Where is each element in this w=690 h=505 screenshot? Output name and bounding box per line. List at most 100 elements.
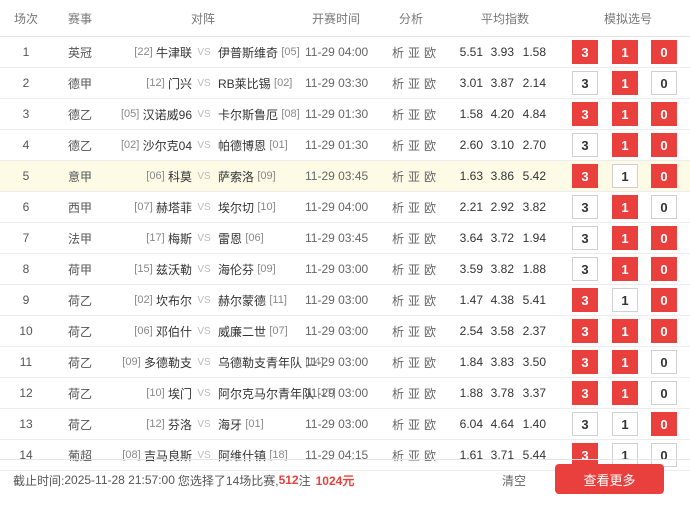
- euro-odds-link[interactable]: 欧: [424, 44, 436, 61]
- pick-0-button[interactable]: 0: [651, 71, 677, 95]
- asian-odds-link[interactable]: 亚: [408, 199, 420, 216]
- pick-1-button[interactable]: 1: [612, 412, 638, 436]
- asian-odds-link[interactable]: 亚: [408, 75, 420, 92]
- away-team[interactable]: 海伦芬 [09]: [218, 254, 276, 284]
- analysis-link[interactable]: 析: [392, 416, 404, 433]
- pick-1-button[interactable]: 1: [612, 71, 638, 95]
- home-team[interactable]: [15] 兹沃勒: [134, 254, 192, 284]
- away-team[interactable]: 埃尔切 [10]: [218, 192, 276, 222]
- euro-odds-link[interactable]: 欧: [424, 416, 436, 433]
- pick-1-button[interactable]: 1: [612, 350, 638, 374]
- asian-odds-link[interactable]: 亚: [408, 137, 420, 154]
- euro-odds-link[interactable]: 欧: [424, 261, 436, 278]
- home-team[interactable]: [22] 牛津联: [134, 37, 192, 67]
- asian-odds-link[interactable]: 亚: [408, 168, 420, 185]
- asian-odds-link[interactable]: 亚: [408, 292, 420, 309]
- pick-3-button[interactable]: 3: [572, 381, 598, 405]
- pick-1-button[interactable]: 1: [612, 164, 638, 188]
- asian-odds-link[interactable]: 亚: [408, 230, 420, 247]
- home-team[interactable]: [10] 埃门: [146, 378, 192, 408]
- pick-0-button[interactable]: 0: [651, 40, 677, 64]
- pick-3-button[interactable]: 3: [572, 40, 598, 64]
- pick-1-button[interactable]: 1: [612, 133, 638, 157]
- pick-3-button[interactable]: 3: [572, 257, 598, 281]
- pick-1-button[interactable]: 1: [612, 195, 638, 219]
- euro-odds-link[interactable]: 欧: [424, 230, 436, 247]
- analysis-link[interactable]: 析: [392, 75, 404, 92]
- pick-3-button[interactable]: 3: [572, 319, 598, 343]
- away-team[interactable]: 赫尔蒙德 [11]: [218, 285, 287, 315]
- home-team[interactable]: [12] 芬洛: [146, 409, 192, 439]
- away-team[interactable]: 卡尔斯鲁厄 [08]: [218, 99, 300, 129]
- away-team[interactable]: 帕德博恩 [01]: [218, 130, 288, 160]
- asian-odds-link[interactable]: 亚: [408, 385, 420, 402]
- pick-3-button[interactable]: 3: [572, 133, 598, 157]
- away-team[interactable]: 伊普斯维奇 [05]: [218, 37, 300, 67]
- away-team[interactable]: 威廉二世 [07]: [218, 316, 288, 346]
- away-team[interactable]: 萨索洛 [09]: [218, 161, 276, 191]
- pick-0-button[interactable]: 0: [651, 195, 677, 219]
- asian-odds-link[interactable]: 亚: [408, 261, 420, 278]
- euro-odds-link[interactable]: 欧: [424, 137, 436, 154]
- euro-odds-link[interactable]: 欧: [424, 385, 436, 402]
- pick-0-button[interactable]: 0: [651, 257, 677, 281]
- pick-1-button[interactable]: 1: [612, 40, 638, 64]
- home-team[interactable]: [07] 赫塔菲: [134, 192, 192, 222]
- euro-odds-link[interactable]: 欧: [424, 199, 436, 216]
- euro-odds-link[interactable]: 欧: [424, 106, 436, 123]
- pick-3-button[interactable]: 3: [572, 412, 598, 436]
- euro-odds-link[interactable]: 欧: [424, 75, 436, 92]
- pick-3-button[interactable]: 3: [572, 102, 598, 126]
- pick-3-button[interactable]: 3: [572, 71, 598, 95]
- pick-0-button[interactable]: 0: [651, 133, 677, 157]
- analysis-link[interactable]: 析: [392, 168, 404, 185]
- analysis-link[interactable]: 析: [392, 292, 404, 309]
- pick-1-button[interactable]: 1: [612, 381, 638, 405]
- home-team[interactable]: [02] 坎布尔: [134, 285, 192, 315]
- analysis-link[interactable]: 析: [392, 106, 404, 123]
- pick-3-button[interactable]: 3: [572, 350, 598, 374]
- pick-1-button[interactable]: 1: [612, 319, 638, 343]
- home-team[interactable]: [02] 沙尔克04: [121, 130, 192, 160]
- clear-button[interactable]: 清空: [502, 460, 526, 500]
- analysis-link[interactable]: 析: [392, 137, 404, 154]
- pick-3-button[interactable]: 3: [572, 288, 598, 312]
- analysis-link[interactable]: 析: [392, 230, 404, 247]
- pick-0-button[interactable]: 0: [651, 226, 677, 250]
- analysis-link[interactable]: 析: [392, 323, 404, 340]
- asian-odds-link[interactable]: 亚: [408, 44, 420, 61]
- home-team[interactable]: [12] 门兴: [146, 68, 192, 98]
- pick-0-button[interactable]: 0: [651, 350, 677, 374]
- away-team[interactable]: 海牙 [01]: [218, 409, 264, 439]
- pick-1-button[interactable]: 1: [612, 257, 638, 281]
- pick-3-button[interactable]: 3: [572, 164, 598, 188]
- pick-0-button[interactable]: 0: [651, 319, 677, 343]
- pick-1-button[interactable]: 1: [612, 102, 638, 126]
- analysis-link[interactable]: 析: [392, 385, 404, 402]
- euro-odds-link[interactable]: 欧: [424, 323, 436, 340]
- asian-odds-link[interactable]: 亚: [408, 354, 420, 371]
- home-team[interactable]: [05] 汉诺威96: [121, 99, 192, 129]
- analysis-link[interactable]: 析: [392, 44, 404, 61]
- analysis-link[interactable]: 析: [392, 199, 404, 216]
- view-more-button[interactable]: 查看更多: [555, 464, 664, 494]
- pick-0-button[interactable]: 0: [651, 288, 677, 312]
- analysis-link[interactable]: 析: [392, 354, 404, 371]
- asian-odds-link[interactable]: 亚: [408, 416, 420, 433]
- pick-3-button[interactable]: 3: [572, 226, 598, 250]
- home-team[interactable]: [09] 多德勒支: [122, 347, 192, 377]
- pick-1-button[interactable]: 1: [612, 288, 638, 312]
- away-team[interactable]: RB莱比锡 [02]: [218, 68, 292, 98]
- away-team[interactable]: 雷恩 [06]: [218, 223, 264, 253]
- home-team[interactable]: [06] 科莫: [146, 161, 192, 191]
- pick-0-button[interactable]: 0: [651, 164, 677, 188]
- asian-odds-link[interactable]: 亚: [408, 323, 420, 340]
- home-team[interactable]: [17] 梅斯: [146, 223, 192, 253]
- pick-3-button[interactable]: 3: [572, 195, 598, 219]
- euro-odds-link[interactable]: 欧: [424, 168, 436, 185]
- pick-1-button[interactable]: 1: [612, 226, 638, 250]
- pick-0-button[interactable]: 0: [651, 102, 677, 126]
- home-team[interactable]: [06] 邓伯什: [134, 316, 192, 346]
- pick-0-button[interactable]: 0: [651, 412, 677, 436]
- analysis-link[interactable]: 析: [392, 261, 404, 278]
